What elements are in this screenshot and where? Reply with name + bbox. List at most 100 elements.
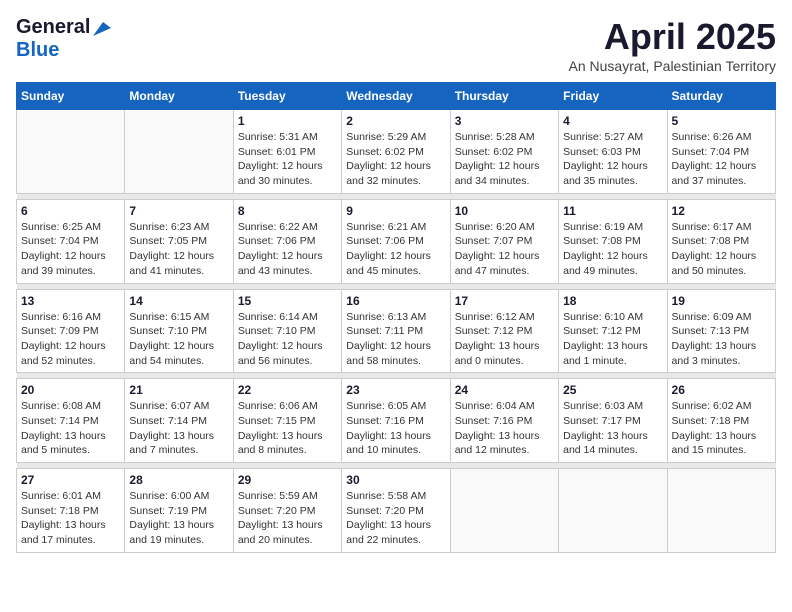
calendar-day-cell: 29Sunrise: 5:59 AMSunset: 7:20 PMDayligh… (233, 469, 341, 553)
day-number: 17 (455, 294, 554, 308)
calendar-day-cell: 11 Sunrise: 6:19 AMSunset: 7:08 PMDayligh… (559, 199, 667, 283)
calendar-day-cell: 20Sunrise: 6:08 AMSunset: 7:14 PMDayligh… (17, 379, 125, 463)
calendar-day-cell: 10 Sunrise: 6:20 AMSunset: 7:07 PMDayligh… (450, 199, 558, 283)
day-number: 28 (129, 473, 228, 487)
calendar-header-monday: Monday (125, 83, 233, 110)
day-info: Sunrise: 6:13 AMSunset: 7:11 PMDaylight:… (346, 310, 445, 369)
day-number: 9 (346, 204, 445, 218)
calendar-week-row: 6 Sunrise: 6:25 AMSunset: 7:04 PMDaylight… (17, 199, 776, 283)
calendar-day-cell: 6 Sunrise: 6:25 AMSunset: 7:04 PMDaylight… (17, 199, 125, 283)
day-info: Sunrise: 6:03 AMSunset: 7:17 PMDaylight:… (563, 399, 662, 458)
calendar-day-cell: 13 Sunrise: 6:16 AMSunset: 7:09 PMDayligh… (17, 289, 125, 373)
calendar-day-cell (17, 110, 125, 194)
calendar-day-cell: 8 Sunrise: 6:22 AMSunset: 7:06 PMDaylight… (233, 199, 341, 283)
logo-bird-icon (93, 22, 111, 36)
calendar-header-friday: Friday (559, 83, 667, 110)
day-info: Sunrise: 6:10 AMSunset: 7:12 PMDaylight:… (563, 310, 662, 369)
calendar-day-cell: 4Sunrise: 5:27 AMSunset: 6:03 PMDaylight… (559, 110, 667, 194)
day-info: Sunrise: 6:06 AMSunset: 7:15 PMDaylight:… (238, 399, 337, 458)
day-info: Sunrise: 6:12 AMSunset: 7:12 PMDaylight:… (455, 310, 554, 369)
day-number: 12 (672, 204, 771, 218)
day-number: 30 (346, 473, 445, 487)
day-info: Sunrise: 6:26 AMSunset: 7:04 PMDaylight:… (672, 130, 771, 189)
calendar-day-cell: 22 Sunrise: 6:06 AMSunset: 7:15 PMDayligh… (233, 379, 341, 463)
month-title: April 2025 (569, 16, 777, 58)
day-info: Sunrise: 6:23 AMSunset: 7:05 PMDaylight:… (129, 220, 228, 279)
day-number: 3 (455, 114, 554, 128)
calendar-day-cell: 2 Sunrise: 5:29 AMSunset: 6:02 PMDaylight… (342, 110, 450, 194)
day-number: 14 (129, 294, 228, 308)
day-number: 26 (672, 383, 771, 397)
calendar-day-cell (125, 110, 233, 194)
day-info: Sunrise: 5:58 AMSunset: 7:20 PMDaylight:… (346, 489, 445, 548)
day-number: 22 (238, 383, 337, 397)
day-number: 8 (238, 204, 337, 218)
day-number: 10 (455, 204, 554, 218)
day-number: 23 (346, 383, 445, 397)
day-info: Sunrise: 5:28 AMSunset: 6:02 PMDaylight:… (455, 130, 554, 189)
day-info: Sunrise: 6:09 AMSunset: 7:13 PMDaylight:… (672, 310, 771, 369)
day-info: Sunrise: 5:27 AMSunset: 6:03 PMDaylight:… (563, 130, 662, 189)
day-number: 11 (563, 204, 662, 218)
calendar-week-row: 27 Sunrise: 6:01 AMSunset: 7:18 PMDayligh… (17, 469, 776, 553)
calendar-day-cell: 24 Sunrise: 6:04 AMSunset: 7:16 PMDayligh… (450, 379, 558, 463)
title-area: April 2025 An Nusayrat, Palestinian Terr… (569, 16, 777, 74)
calendar-day-cell: 30 Sunrise: 5:58 AMSunset: 7:20 PMDayligh… (342, 469, 450, 553)
calendar-day-cell: 19 Sunrise: 6:09 AMSunset: 7:13 PMDayligh… (667, 289, 775, 373)
calendar-day-cell: 27 Sunrise: 6:01 AMSunset: 7:18 PMDayligh… (17, 469, 125, 553)
logo-blue-text: Blue (16, 39, 59, 62)
day-info: Sunrise: 6:00 AMSunset: 7:19 PMDaylight:… (129, 489, 228, 548)
day-number: 1 (238, 114, 337, 128)
day-number: 24 (455, 383, 554, 397)
day-info: Sunrise: 6:01 AMSunset: 7:18 PMDaylight:… (21, 489, 120, 548)
calendar-day-cell: 5 Sunrise: 6:26 AMSunset: 7:04 PMDaylight… (667, 110, 775, 194)
calendar-week-row: 20Sunrise: 6:08 AMSunset: 7:14 PMDayligh… (17, 379, 776, 463)
day-info: Sunrise: 5:31 AMSunset: 6:01 PMDaylight:… (238, 130, 337, 189)
calendar-day-cell (667, 469, 775, 553)
day-info: Sunrise: 6:16 AMSunset: 7:09 PMDaylight:… (21, 310, 120, 369)
day-info: Sunrise: 6:08 AMSunset: 7:14 PMDaylight:… (21, 399, 120, 458)
day-info: Sunrise: 6:22 AMSunset: 7:06 PMDaylight:… (238, 220, 337, 279)
calendar-day-cell: 14 Sunrise: 6:15 AMSunset: 7:10 PMDayligh… (125, 289, 233, 373)
calendar: SundayMondayTuesdayWednesdayThursdayFrid… (16, 82, 776, 553)
day-info: Sunrise: 5:29 AMSunset: 6:02 PMDaylight:… (346, 130, 445, 189)
day-info: Sunrise: 6:17 AMSunset: 7:08 PMDaylight:… (672, 220, 771, 279)
calendar-day-cell: 26Sunrise: 6:02 AMSunset: 7:18 PMDayligh… (667, 379, 775, 463)
day-number: 5 (672, 114, 771, 128)
day-number: 25 (563, 383, 662, 397)
calendar-week-row: 1 Sunrise: 5:31 AMSunset: 6:01 PMDaylight… (17, 110, 776, 194)
day-number: 27 (21, 473, 120, 487)
day-number: 13 (21, 294, 120, 308)
day-number: 7 (129, 204, 228, 218)
day-info: Sunrise: 6:20 AMSunset: 7:07 PMDaylight:… (455, 220, 554, 279)
day-info: Sunrise: 6:15 AMSunset: 7:10 PMDaylight:… (129, 310, 228, 369)
calendar-day-cell: 9 Sunrise: 6:21 AMSunset: 7:06 PMDaylight… (342, 199, 450, 283)
day-number: 29 (238, 473, 337, 487)
calendar-day-cell: 21Sunrise: 6:07 AMSunset: 7:14 PMDayligh… (125, 379, 233, 463)
calendar-day-cell (450, 469, 558, 553)
day-number: 6 (21, 204, 120, 218)
day-number: 2 (346, 114, 445, 128)
calendar-day-cell: 3 Sunrise: 5:28 AMSunset: 6:02 PMDaylight… (450, 110, 558, 194)
location-title: An Nusayrat, Palestinian Territory (569, 58, 777, 74)
day-number: 19 (672, 294, 771, 308)
calendar-day-cell: 28 Sunrise: 6:00 AMSunset: 7:19 PMDayligh… (125, 469, 233, 553)
calendar-day-cell: 16Sunrise: 6:13 AMSunset: 7:11 PMDayligh… (342, 289, 450, 373)
calendar-day-cell (559, 469, 667, 553)
calendar-header-row: SundayMondayTuesdayWednesdayThursdayFrid… (17, 83, 776, 110)
calendar-day-cell: 23 Sunrise: 6:05 AMSunset: 7:16 PMDayligh… (342, 379, 450, 463)
calendar-body: 1 Sunrise: 5:31 AMSunset: 6:01 PMDaylight… (17, 110, 776, 553)
day-info: Sunrise: 6:14 AMSunset: 7:10 PMDaylight:… (238, 310, 337, 369)
day-info: Sunrise: 6:25 AMSunset: 7:04 PMDaylight:… (21, 220, 120, 279)
logo: General Blue (16, 16, 111, 62)
calendar-day-cell: 18 Sunrise: 6:10 AMSunset: 7:12 PMDayligh… (559, 289, 667, 373)
header: General Blue April 2025 An Nusayrat, Pal… (16, 16, 776, 74)
day-number: 18 (563, 294, 662, 308)
day-info: Sunrise: 6:04 AMSunset: 7:16 PMDaylight:… (455, 399, 554, 458)
calendar-header-tuesday: Tuesday (233, 83, 341, 110)
day-info: Sunrise: 6:05 AMSunset: 7:16 PMDaylight:… (346, 399, 445, 458)
day-info: Sunrise: 6:19 AMSunset: 7:08 PMDaylight:… (563, 220, 662, 279)
calendar-header-thursday: Thursday (450, 83, 558, 110)
calendar-header-sunday: Sunday (17, 83, 125, 110)
day-info: Sunrise: 6:21 AMSunset: 7:06 PMDaylight:… (346, 220, 445, 279)
